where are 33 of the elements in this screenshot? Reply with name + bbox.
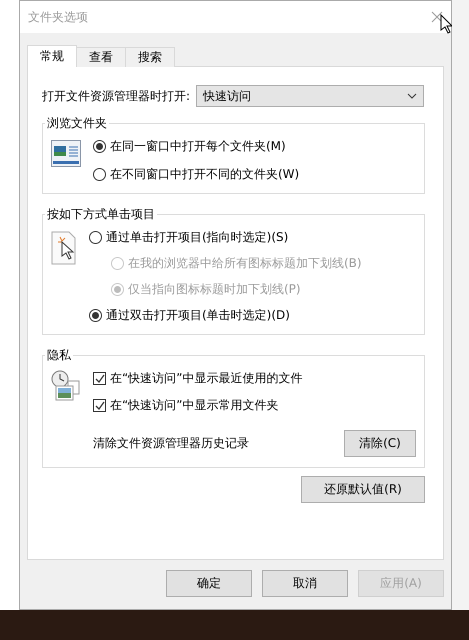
window-title: 文件夹选项 [28,8,88,26]
close-icon[interactable] [431,11,443,23]
option-label: 在同一窗口中打开每个文件夹(M) [110,138,286,155]
dialog-button[interactable]: 确定 [166,570,252,597]
group-title: 浏览文件夹 [46,115,108,132]
restore-defaults-button[interactable]: 还原默认值(R) [301,476,425,503]
option-label: 在不同窗口中打开不同的文件夹(W) [110,166,300,183]
checkbox-label: 在“快速访问”中显示最近使用的文件 [110,370,302,387]
open-in-label: 打开文件资源管理器时打开: [42,88,190,104]
window-icon [51,140,81,168]
clock-document-icon [51,370,81,402]
option-label: 通过单击打开项目(指向时选定)(S) [106,229,288,246]
radio-button[interactable] [89,231,102,244]
option-label: 通过双击打开项目(单击时选定)(D) [106,307,290,324]
radio-button[interactable] [93,168,106,181]
tab[interactable]: 常规 [27,45,77,67]
clear-history-label: 清除文件资源管理器历史记录 [93,435,249,452]
option-label: 仅当指向图标标题时加下划线(P) [128,281,301,298]
document-cursor-icon [51,231,77,265]
option-label: 在我的浏览器中给所有图标标题加下划线(B) [128,255,362,272]
tab[interactable]: 查看 [76,47,126,67]
group-title: 按如下方式单击项目 [46,206,156,223]
chevron-down-icon[interactable] [407,93,418,99]
dropdown[interactable]: 快速访问 [196,85,424,107]
radio-button[interactable] [93,140,106,153]
checkbox[interactable] [93,372,106,385]
checkbox[interactable] [93,399,106,412]
dialog-button[interactable]: 取消 [262,570,348,597]
checkbox-label: 在“快速访问”中显示常用文件夹 [110,397,278,414]
group-title: 隐私 [46,347,72,364]
tab[interactable]: 搜索 [125,47,175,67]
radio-button[interactable] [89,309,102,322]
clear-button[interactable]: 清除(C) [344,430,416,457]
